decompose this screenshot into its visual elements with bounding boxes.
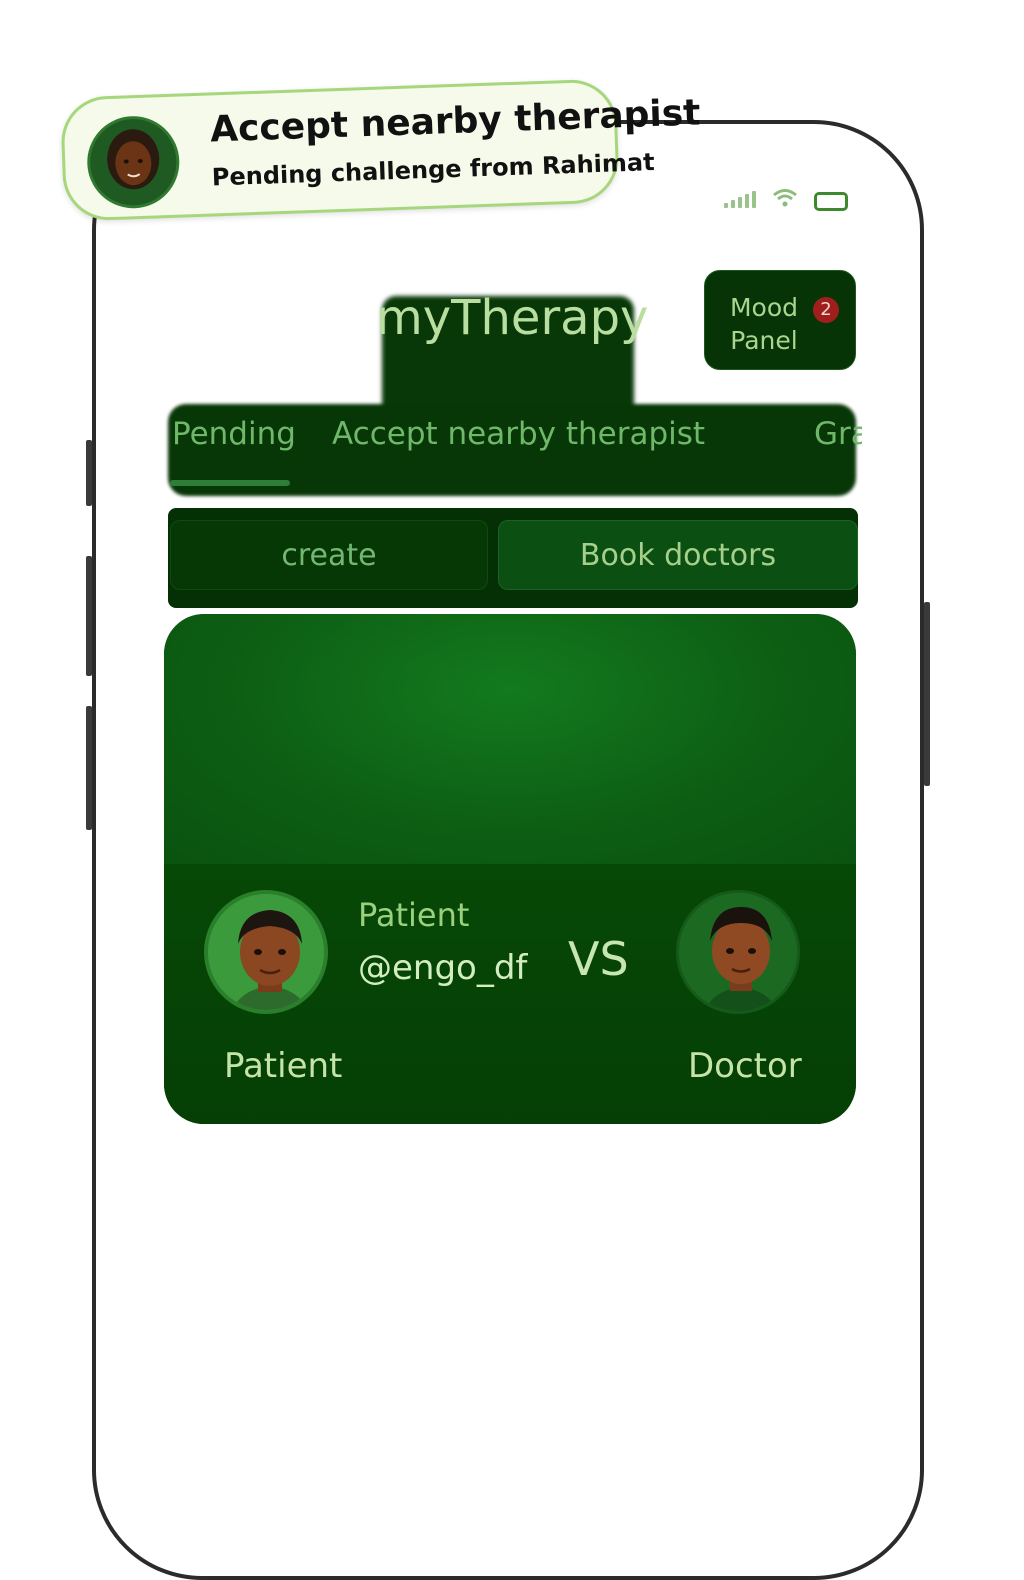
status-bar (722, 188, 852, 211)
woman-avatar-icon (85, 114, 181, 210)
left-role-label: Patient (358, 896, 470, 934)
doctor-avatar[interactable] (676, 890, 800, 1014)
versus-label: VS (568, 932, 629, 986)
wifi-icon (773, 189, 797, 207)
card-banner (164, 614, 856, 864)
create-button[interactable]: create (170, 520, 488, 590)
tab-accept-nearby-therapist[interactable]: Accept nearby therapist (332, 416, 705, 452)
volume-up-button (86, 440, 92, 506)
tab-pending[interactable]: Pending (172, 416, 296, 452)
mood-panel-button[interactable]: Mood Panel 2 (704, 270, 856, 370)
patient-handle[interactable]: @engo_df (358, 948, 527, 988)
notification-badge: 2 (813, 297, 839, 323)
mute-switch (86, 706, 92, 830)
battery-icon (814, 192, 848, 211)
power-button (924, 602, 930, 786)
action-bar: create Book doctors (168, 508, 858, 608)
doctor-caption: Doctor (688, 1046, 802, 1086)
notification-subtitle: Pending challenge from Rahimat (211, 148, 656, 192)
app-title: myTherapy (376, 290, 649, 346)
book-doctors-button[interactable]: Book doctors (498, 520, 858, 590)
active-tab-indicator (170, 480, 290, 486)
tab-truncated[interactable]: Gra (814, 416, 862, 452)
volume-down-button (86, 556, 92, 676)
patient-caption: Patient (224, 1046, 343, 1086)
mood-panel-label: Mood Panel (729, 293, 799, 355)
patient-avatar[interactable] (204, 890, 328, 1014)
match-card[interactable]: Patient @engo_df VS Patient Doctor (164, 614, 856, 1124)
notification-toast[interactable]: Accept nearby therapist Pending challeng… (60, 78, 701, 222)
